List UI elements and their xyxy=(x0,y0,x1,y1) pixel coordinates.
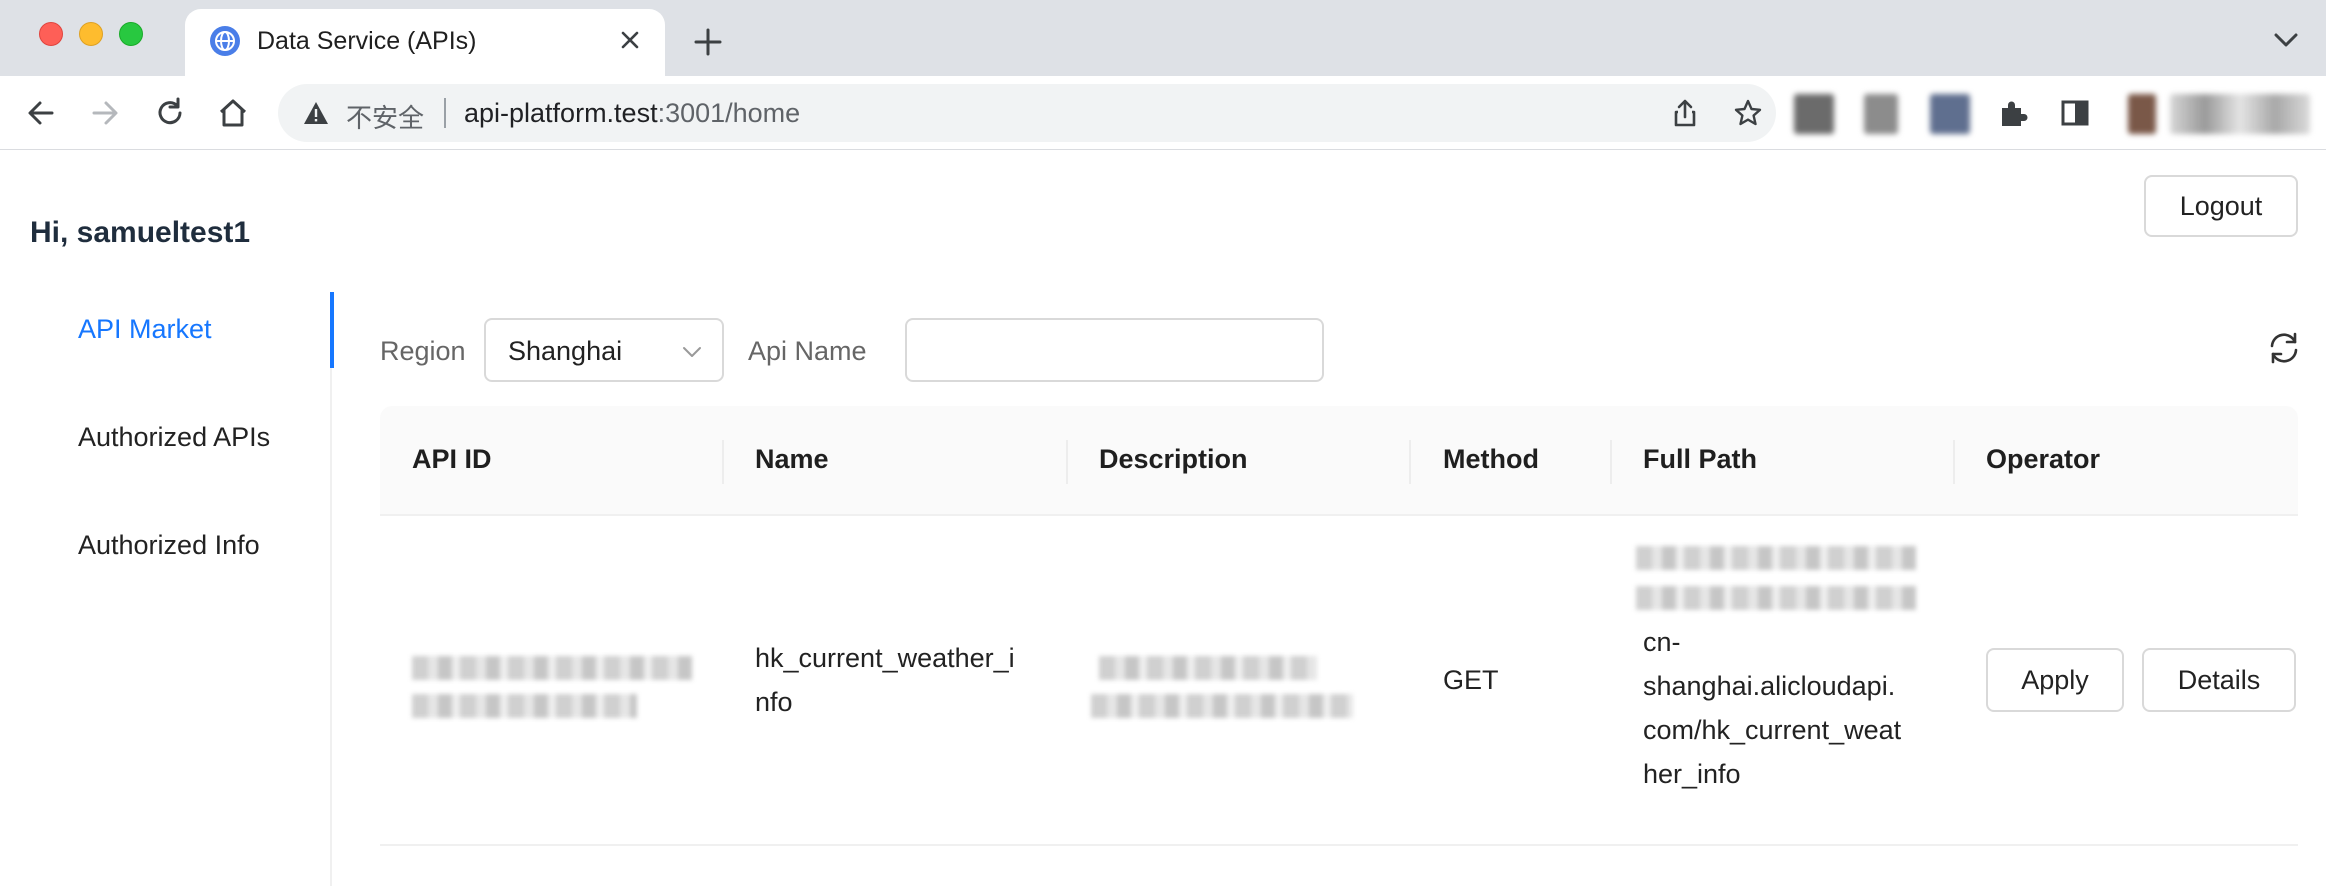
region-select[interactable]: Shanghai xyxy=(484,318,724,382)
sidebar-item-label: Authorized Info xyxy=(78,530,260,560)
column-divider xyxy=(722,440,724,484)
api-id-cell xyxy=(412,648,692,734)
side-panel-icon[interactable] xyxy=(2056,94,2094,132)
column-divider xyxy=(1066,440,1068,484)
greeting: Hi, samueltest1 xyxy=(30,216,251,249)
puzzle-icon[interactable] xyxy=(1994,94,2032,132)
details-button[interactable]: Details xyxy=(2142,648,2296,712)
redacted-text xyxy=(1636,546,1916,570)
method-cell: GET xyxy=(1443,665,1499,695)
redacted-text xyxy=(1636,586,1916,610)
api-name-label: Api Name xyxy=(748,336,867,366)
extension-icon[interactable] xyxy=(1864,94,1898,134)
window-close-button[interactable] xyxy=(39,22,63,46)
home-icon[interactable] xyxy=(214,94,252,132)
window-zoom-button[interactable] xyxy=(119,22,143,46)
redacted-text xyxy=(1091,694,1353,718)
sidebar-nav: API Market Authorized APIs Authorized In… xyxy=(0,292,334,886)
sidebar-item-authorized-apis[interactable]: Authorized APIs xyxy=(0,400,332,476)
region-select-value: Shanghai xyxy=(508,336,623,366)
refresh-icon[interactable] xyxy=(2264,328,2304,368)
url-text[interactable]: api-platform.test:3001/home xyxy=(464,98,800,129)
column-divider xyxy=(1409,440,1411,484)
browser-toolbar: 不安全 api-platform.test:3001/home xyxy=(0,76,2326,150)
profile-chip[interactable] xyxy=(2170,94,2310,134)
profile-avatar[interactable] xyxy=(2128,94,2156,134)
full-path-line: her_info xyxy=(1643,759,1741,789)
extension-icon[interactable] xyxy=(1930,94,1970,134)
apply-button[interactable]: Apply xyxy=(1986,648,2124,712)
column-divider xyxy=(1953,440,1955,484)
back-icon[interactable] xyxy=(22,94,60,132)
column-header-full-path: Full Path xyxy=(1643,444,1757,474)
omnibox-divider xyxy=(444,98,446,128)
tab-title: Data Service (APIs) xyxy=(257,27,477,55)
api-name-input[interactable] xyxy=(905,318,1324,382)
reload-icon[interactable] xyxy=(151,94,189,132)
sidebar-item-authorized-info[interactable]: Authorized Info xyxy=(0,508,332,584)
browser-tab[interactable]: Data Service (APIs) xyxy=(185,9,665,76)
chevron-down-icon xyxy=(683,347,701,357)
extension-icon[interactable] xyxy=(1794,94,1834,134)
close-icon[interactable] xyxy=(613,23,647,57)
column-header-api-id: API ID xyxy=(412,444,492,474)
chevron-down-icon[interactable] xyxy=(2270,28,2302,52)
share-icon[interactable] xyxy=(1669,97,1701,129)
forward-icon[interactable] xyxy=(86,94,124,132)
redacted-text xyxy=(1099,656,1317,680)
table-row: hk_current_weather_i nfo GET cn- shangha… xyxy=(380,516,2298,846)
column-header-name: Name xyxy=(755,444,829,474)
column-header-description: Description xyxy=(1099,444,1248,474)
column-header-operator: Operator xyxy=(1986,444,2101,474)
security-label[interactable]: 不安全 xyxy=(346,98,424,135)
redacted-text xyxy=(412,694,637,718)
description-cell xyxy=(1091,648,1361,734)
new-tab-icon[interactable] xyxy=(690,24,726,60)
column-divider xyxy=(1610,440,1612,484)
sidebar-item-label: API Market xyxy=(78,314,212,344)
name-cell: hk_current_weather_i nfo xyxy=(755,636,1015,724)
redacted-text xyxy=(412,656,692,680)
logout-button[interactable]: Logout xyxy=(2144,175,2298,237)
table-header: API ID Name Description Method Full Path… xyxy=(380,406,2298,516)
full-path-line: cn- xyxy=(1643,627,1681,657)
name-line: hk_current_weather_i xyxy=(755,643,1015,673)
column-header-method: Method xyxy=(1443,444,1539,474)
full-path-line: com/hk_current_weat xyxy=(1643,715,1902,745)
sidebar-item-api-market[interactable]: API Market xyxy=(0,292,334,368)
address-bar[interactable]: 不安全 api-platform.test:3001/home xyxy=(278,84,1776,142)
warning-icon[interactable] xyxy=(302,99,330,127)
full-path-line: shanghai.alicloudapi. xyxy=(1643,671,1896,701)
globe-icon xyxy=(210,26,240,56)
sidebar-item-label: Authorized APIs xyxy=(78,422,271,452)
region-label: Region xyxy=(380,336,466,366)
star-icon[interactable] xyxy=(1732,97,1764,129)
window-minimize-button[interactable] xyxy=(79,22,103,46)
browser-tabstrip: Data Service (APIs) xyxy=(0,0,2326,76)
name-line: nfo xyxy=(755,687,793,717)
